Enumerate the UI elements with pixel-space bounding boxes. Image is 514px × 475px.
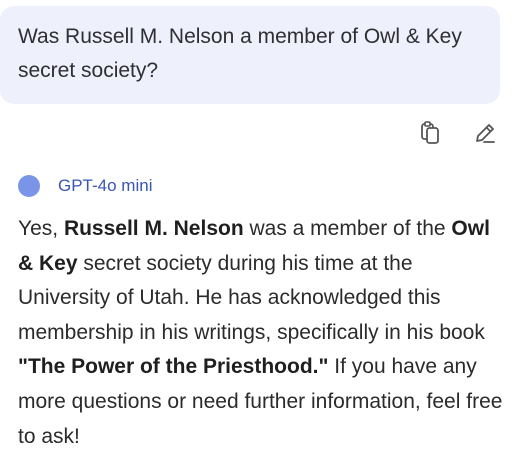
user-message-text: Was Russell M. Nelson a member of Owl & … [18,25,462,82]
copy-icon [421,121,439,144]
answer-bold-book: "The Power of the Priesthood." [18,355,329,379]
message-actions [418,120,498,146]
answer-text-3: secret society during his time at the Un… [18,251,485,344]
answer-bold-name: Russell M. Nelson [63,217,244,240]
answer-text-2: was a member of the [243,217,452,240]
model-header: GPT-4o mini [18,175,152,197]
edit-pencil-icon [476,124,495,143]
copy-button[interactable] [418,120,444,146]
model-dot-icon [18,175,40,197]
answer-text-1: Yes, [18,217,64,240]
user-message-bubble: Was Russell M. Nelson a member of Owl & … [0,6,500,104]
edit-button[interactable] [472,120,498,146]
assistant-answer: Yes, Russell M. Nelson was a member of t… [18,212,510,454]
model-name: GPT-4o mini [58,176,153,195]
